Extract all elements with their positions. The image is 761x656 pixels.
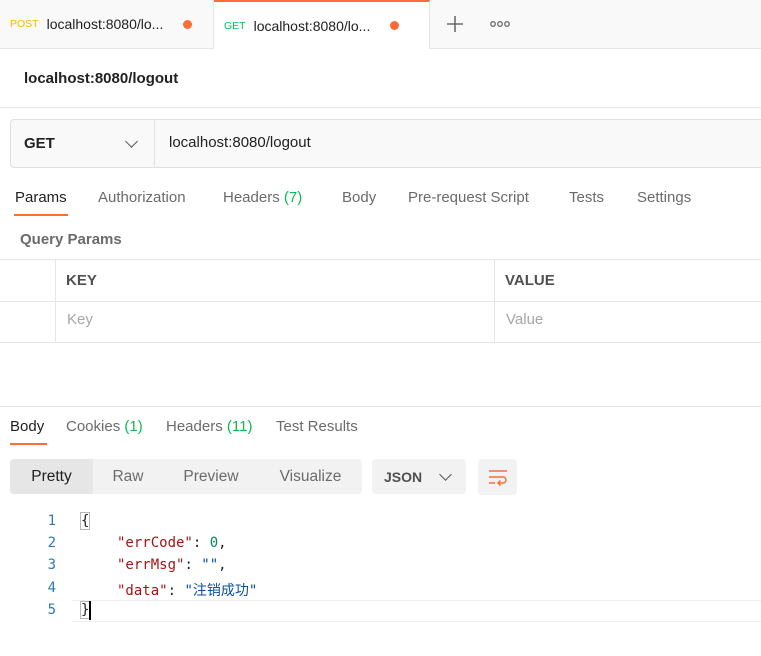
json-comma: , <box>218 557 227 573</box>
tab-label: Body <box>342 189 377 206</box>
table-border <box>0 342 761 343</box>
wrap-lines-button[interactable] <box>478 459 517 495</box>
view-raw-button[interactable]: Raw <box>93 459 163 494</box>
query-params-title: Query Params <box>20 231 122 248</box>
tab-label: Cookies <box>66 418 121 435</box>
chevron-down-icon <box>439 468 452 481</box>
method-value: GET <box>24 135 55 152</box>
tab-label: Tests <box>569 189 605 206</box>
tab-authorization[interactable]: Authorization <box>98 189 186 219</box>
table-divider <box>55 259 56 343</box>
tab-body[interactable]: Body <box>342 189 376 219</box>
tab-label: Pre-request Script <box>408 189 529 206</box>
cookies-count: (1) <box>124 418 143 435</box>
table-divider <box>494 259 495 343</box>
tab-label: Body <box>10 418 45 435</box>
param-value-input[interactable]: Value <box>506 311 543 328</box>
view-pretty-button[interactable]: Pretty <box>10 459 93 494</box>
response-tab-cookies[interactable]: Cookies (1) <box>66 418 143 435</box>
code-line[interactable]: "data": "注销成功" <box>117 580 257 600</box>
line-number: 1 <box>47 513 56 529</box>
json-colon: : <box>192 535 210 551</box>
chevron-down-icon <box>125 135 138 148</box>
tab-label: Headers <box>223 189 280 206</box>
more-icon <box>490 21 510 27</box>
response-tab-body[interactable]: Body <box>10 418 44 435</box>
url-input[interactable]: localhost:8080/logout <box>169 134 311 151</box>
plus-icon <box>447 16 463 32</box>
tab-label: Params <box>15 189 67 206</box>
json-value: "注销成功" <box>184 583 258 599</box>
code-line[interactable]: "errCode": 0, <box>117 535 227 551</box>
response-tab-headers[interactable]: Headers (11) <box>166 418 252 435</box>
text-cursor <box>89 601 91 620</box>
open-brace: { <box>79 512 91 530</box>
json-key: "errCode" <box>117 535 193 551</box>
request-tab-post[interactable]: POST localhost:8080/lo... <box>0 0 214 48</box>
unsaved-dot-icon <box>389 21 399 30</box>
headers-count: (11) <box>226 418 253 435</box>
unsaved-dot-icon <box>182 19 192 29</box>
response-divider <box>0 406 761 407</box>
tab-method-label: POST <box>10 18 39 30</box>
wrap-lines-icon <box>488 470 507 486</box>
json-colon: : <box>167 583 185 599</box>
request-name[interactable]: localhost:8080/logout <box>24 70 178 87</box>
tab-label: Headers <box>166 418 223 435</box>
tab-title: localhost:8080/lo... <box>46 16 164 32</box>
tab-tests[interactable]: Tests <box>569 189 604 219</box>
json-comma: , <box>218 535 227 551</box>
method-select[interactable]: GET <box>10 119 155 168</box>
tab-label: Authorization <box>98 189 186 206</box>
tab-method-label: GET <box>224 19 246 32</box>
json-key: "data" <box>117 583 168 599</box>
line-number: 5 <box>47 602 56 618</box>
headers-count: (7) <box>283 189 303 206</box>
view-visualize-button[interactable]: Visualize <box>259 459 362 494</box>
column-header-key: KEY <box>66 272 97 289</box>
json-value: "" <box>201 557 219 573</box>
current-line-highlight <box>72 600 761 622</box>
json-colon: : <box>184 557 202 573</box>
tab-label: Settings <box>637 189 692 206</box>
param-key-input[interactable]: Key <box>67 311 93 328</box>
code-line[interactable]: { <box>79 512 91 530</box>
line-number: 3 <box>47 557 56 573</box>
json-value: 0 <box>209 535 219 551</box>
divider <box>0 107 761 108</box>
line-number: 2 <box>47 535 56 551</box>
format-select[interactable]: JSON <box>372 459 466 494</box>
new-tab-button[interactable] <box>432 0 478 48</box>
tab-pre-request-script[interactable]: Pre-request Script <box>408 189 529 219</box>
line-number: 4 <box>47 580 56 596</box>
request-tab-get[interactable]: GET localhost:8080/lo... <box>214 0 430 49</box>
column-header-value: VALUE <box>505 272 555 289</box>
view-preview-button[interactable]: Preview <box>163 459 259 494</box>
tab-headers[interactable]: Headers (7) <box>223 189 302 219</box>
code-line[interactable]: "errMsg": "", <box>117 557 227 573</box>
table-border <box>0 301 761 302</box>
active-tab-indicator <box>14 214 68 216</box>
more-tabs-button[interactable] <box>477 0 523 48</box>
tab-label: Test Results <box>276 418 358 435</box>
format-value: JSON <box>384 468 423 485</box>
response-tab-test-results[interactable]: Test Results <box>276 418 358 435</box>
table-border <box>0 259 761 260</box>
tab-settings[interactable]: Settings <box>637 189 691 219</box>
active-tab-indicator <box>10 443 47 445</box>
json-key: "errMsg" <box>117 557 185 573</box>
tab-title: localhost:8080/lo... <box>253 17 371 34</box>
